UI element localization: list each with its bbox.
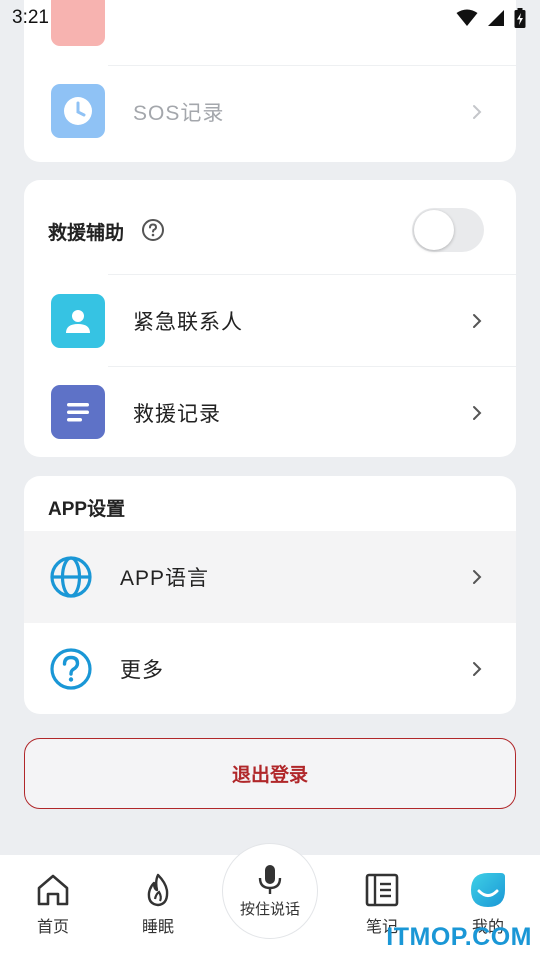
app-language-row[interactable]: APP语言: [24, 531, 516, 623]
chevron-right-icon: [473, 662, 482, 676]
chevron-right-icon: [473, 314, 482, 328]
globe-icon: [50, 556, 92, 598]
hold-to-talk-button[interactable]: 按住说话: [222, 843, 318, 939]
logout-button[interactable]: 退出登录: [24, 738, 516, 809]
list-icon: [51, 385, 105, 439]
chevron-right-icon: [473, 406, 482, 420]
status-time: 3:21: [12, 7, 49, 28]
rescue-toggle[interactable]: [412, 208, 484, 252]
help-circle-icon[interactable]: [141, 218, 165, 242]
contact-icon: [51, 294, 105, 348]
tab-sleep-label: 睡眠: [141, 919, 174, 936]
notebook-icon: [365, 873, 399, 907]
tab-sleep[interactable]: 睡眠: [118, 871, 198, 937]
clock-icon: [51, 84, 105, 138]
watermark: ITMOP.COM: [386, 923, 532, 951]
app-settings-card: APP设置 APP语言 更多: [24, 476, 516, 714]
flame-icon: [147, 873, 169, 907]
more-row[interactable]: 更多: [24, 623, 516, 714]
tab-home[interactable]: 首页: [13, 871, 93, 937]
status-icons: [456, 8, 526, 28]
rescue-card: 救援辅助 紧急联系人 救援记录: [24, 180, 516, 457]
rescue-header-row: 救援辅助: [24, 180, 516, 275]
battery-charging-icon: [514, 8, 526, 28]
status-bar: 3:21: [0, 0, 540, 36]
home-icon: [37, 874, 69, 906]
settings-scroll[interactable]: SOS记录 救援辅助 紧急联系人 救援记录 APP设置 APP语言 更多 退出登…: [0, 0, 540, 855]
emergency-contacts-row[interactable]: 紧急联系人: [24, 275, 516, 367]
sos-records-row[interactable]: SOS记录: [24, 66, 516, 158]
question-circle-icon: [50, 648, 92, 690]
smile-face-icon: [471, 873, 505, 907]
rescue-records-row[interactable]: 救援记录: [24, 367, 516, 457]
chevron-right-icon: [473, 570, 482, 584]
toggle-knob: [414, 210, 454, 250]
signal-icon: [488, 10, 504, 26]
emergency-contacts-label: 紧急联系人: [133, 311, 243, 334]
rescue-title: 救援辅助: [48, 223, 125, 244]
tab-home-label: 首页: [36, 919, 69, 936]
app-settings-title: APP设置: [48, 499, 126, 520]
microphone-icon: [258, 864, 282, 894]
rescue-records-label: 救援记录: [133, 403, 221, 426]
more-label: 更多: [120, 659, 164, 682]
chevron-right-icon: [473, 105, 482, 119]
hold-to-talk-label: 按住说话: [239, 900, 300, 918]
sos-records-label: SOS记录: [133, 102, 225, 125]
wifi-icon: [456, 9, 478, 26]
app-language-label: APP语言: [120, 567, 210, 590]
